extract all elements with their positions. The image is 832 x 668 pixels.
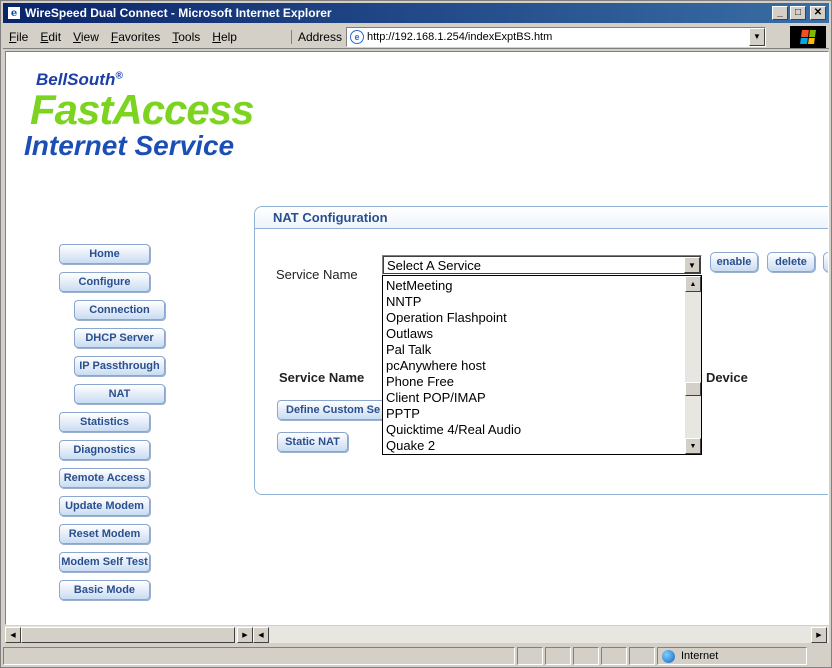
- service-name-label: Service Name: [276, 267, 358, 282]
- service-select[interactable]: Select A Service ▼: [382, 255, 702, 275]
- define-custom-service-button[interactable]: Define Custom Se: [277, 400, 387, 420]
- chevron-down-icon[interactable]: ▼: [684, 257, 700, 273]
- scroll-left-icon[interactable]: ◀: [5, 627, 21, 643]
- status-cell: [517, 647, 543, 665]
- security-zone: Internet: [657, 647, 807, 665]
- status-cell: [573, 647, 599, 665]
- nav-configure[interactable]: Configure: [59, 272, 150, 292]
- nav-basic-mode[interactable]: Basic Mode: [59, 580, 150, 600]
- list-item[interactable]: Phone Free: [386, 374, 454, 390]
- list-item[interactable]: Outlaws: [386, 326, 433, 342]
- window-title: WireSpeed Dual Connect - Microsoft Inter…: [25, 6, 332, 20]
- zone-label: Internet: [681, 650, 719, 662]
- list-item[interactable]: Client POP/IMAP: [386, 390, 486, 406]
- ie-icon: e: [7, 6, 21, 20]
- service-dropdown-list: NetMeeting NNTP Operation Flashpoint Out…: [382, 275, 702, 455]
- address-label: Address: [290, 29, 346, 44]
- nav-connection[interactable]: Connection: [74, 300, 165, 320]
- logo-service: Internet Service: [24, 130, 235, 161]
- status-cell: [629, 647, 655, 665]
- nav-nat[interactable]: NAT: [74, 384, 165, 404]
- horizontal-scrollbar[interactable]: ◀ ▶ ◀ ▶: [5, 625, 829, 643]
- nav-modem-self-test[interactable]: Modem Self Test: [59, 552, 150, 572]
- address-dropdown-button[interactable]: ▼: [748, 27, 765, 46]
- maximize-button[interactable]: □: [790, 6, 806, 20]
- hscroll-thumb[interactable]: [21, 627, 235, 643]
- menu: File Edit View Favorites Tools Help: [3, 25, 243, 48]
- nav-dhcp-server[interactable]: DHCP Server: [74, 328, 165, 348]
- column-service-name: Service Name: [279, 370, 365, 385]
- list-item[interactable]: Pal Talk: [386, 342, 431, 358]
- menu-bar: File Edit View Favorites Tools Help Addr…: [3, 25, 829, 49]
- enable-button[interactable]: enable: [710, 252, 758, 272]
- nav-ip-passthrough[interactable]: IP Passthrough: [74, 356, 165, 376]
- delete-button[interactable]: delete: [767, 252, 815, 272]
- browser-window: e WireSpeed Dual Connect - Microsoft Int…: [0, 0, 832, 668]
- menu-favorites[interactable]: Favorites: [105, 30, 166, 44]
- nav-remote-access[interactable]: Remote Access: [59, 468, 150, 488]
- menu-help[interactable]: Help: [206, 30, 243, 44]
- nav-statistics[interactable]: Statistics: [59, 412, 150, 432]
- status-bar: Internet: [3, 645, 829, 667]
- menu-tools[interactable]: Tools: [166, 30, 206, 44]
- nav-reset-modem[interactable]: Reset Modem: [59, 524, 150, 544]
- page-icon: e: [349, 29, 364, 44]
- address-field[interactable]: e http://192.168.1.254/indexExptBS.htm ▼: [345, 26, 766, 47]
- nat-panel-title: NAT Configuration: [255, 207, 828, 229]
- title-bar: e WireSpeed Dual Connect - Microsoft Int…: [3, 3, 829, 23]
- list-item[interactable]: NNTP: [386, 294, 421, 310]
- status-cell: [601, 647, 627, 665]
- nav-diagnostics[interactable]: Diagnostics: [59, 440, 150, 460]
- service-select-value: Select A Service: [387, 258, 481, 273]
- static-nat-button[interactable]: Static NAT: [277, 432, 348, 452]
- scroll-up-icon[interactable]: ▲: [685, 276, 701, 292]
- status-text: [3, 647, 515, 665]
- close-button[interactable]: ✕: [810, 6, 826, 20]
- status-cell: [545, 647, 571, 665]
- windows-logo-icon: [790, 26, 826, 48]
- scroll-right-icon[interactable]: ▶: [237, 627, 253, 643]
- scroll-thumb[interactable]: [685, 382, 701, 396]
- logo-product: FastAccess: [30, 86, 254, 133]
- bellsouth-logo: BellSouth® FastAccess Internet Service: [22, 66, 262, 166]
- menu-view[interactable]: View: [67, 30, 105, 44]
- nav-update-modem[interactable]: Update Modem: [59, 496, 150, 516]
- list-item[interactable]: Quake 2: [386, 438, 435, 454]
- menu-file[interactable]: File: [3, 30, 34, 44]
- scroll-left-icon[interactable]: ◀: [253, 627, 269, 643]
- page-content: BellSouth® FastAccess Internet Service H…: [5, 51, 829, 625]
- list-item[interactable]: Quicktime 4/Real Audio: [386, 422, 521, 438]
- logo-reg: ®: [115, 70, 123, 82]
- list-item[interactable]: pcAnywhere host: [386, 358, 486, 374]
- address-url[interactable]: http://192.168.1.254/indexExptBS.htm: [367, 31, 552, 43]
- column-device: t Device: [698, 370, 748, 385]
- globe-icon: [662, 649, 675, 663]
- minimize-button[interactable]: _: [772, 6, 788, 20]
- menu-edit[interactable]: Edit: [34, 30, 67, 44]
- nav-home[interactable]: Home: [59, 244, 150, 264]
- partial-button[interactable]: [823, 252, 828, 272]
- scroll-down-icon[interactable]: ▼: [685, 438, 701, 454]
- scroll-right-icon[interactable]: ▶: [811, 627, 827, 643]
- list-item[interactable]: PPTP: [386, 406, 420, 422]
- list-item[interactable]: NetMeeting: [386, 278, 452, 294]
- dropdown-scrollbar[interactable]: ▲ ▼: [685, 276, 701, 454]
- list-item[interactable]: Operation Flashpoint: [386, 310, 507, 326]
